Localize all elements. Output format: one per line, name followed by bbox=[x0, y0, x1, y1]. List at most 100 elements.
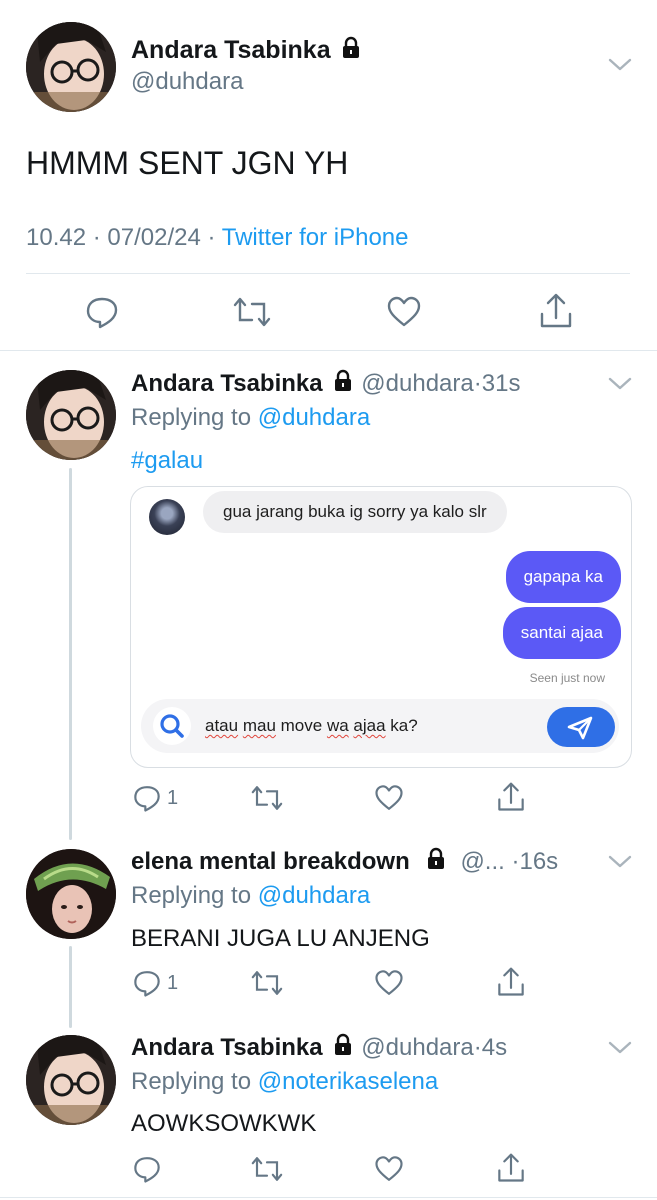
attached-image[interactable]: gua jarang buka ig sorry ya kalo slr gap… bbox=[130, 486, 632, 768]
reply-count: 1 bbox=[167, 972, 179, 994]
reply-icon bbox=[134, 1157, 160, 1183]
tweet-meta: 10.42 · 07/02/24 · Twitter for iPhone bbox=[26, 224, 408, 252]
dm-incoming-message: gua jarang buka ig sorry ya kalo slr bbox=[203, 491, 507, 533]
heart-icon bbox=[375, 970, 403, 995]
input-word: mau bbox=[242, 716, 276, 735]
input-word: atau bbox=[205, 716, 239, 735]
reply-button[interactable] bbox=[132, 968, 162, 998]
dm-avatar bbox=[149, 499, 185, 535]
avatar[interactable] bbox=[26, 849, 116, 939]
reply-header: Andara Tsabinka @duhdara·31s bbox=[131, 369, 520, 400]
replying-to-link[interactable]: @duhdara bbox=[258, 882, 370, 909]
search-icon bbox=[153, 707, 191, 745]
author-handle[interactable]: @duhdara bbox=[131, 68, 243, 96]
retweet-button[interactable] bbox=[250, 783, 284, 813]
tweet-client-link[interactable]: Twitter for iPhone bbox=[222, 224, 409, 251]
author-name[interactable]: elena mental breakdown bbox=[131, 848, 410, 875]
reply-age: 16s bbox=[519, 848, 559, 875]
avatar[interactable] bbox=[26, 370, 116, 460]
replying-to: Replying to @duhdara bbox=[131, 882, 370, 910]
share-button[interactable] bbox=[496, 966, 526, 998]
like-button[interactable] bbox=[374, 783, 404, 813]
replying-to: Replying to @duhdara bbox=[131, 404, 370, 432]
input-word: move bbox=[280, 716, 323, 735]
share-icon bbox=[498, 967, 524, 996]
reply-age: 31s bbox=[481, 370, 521, 397]
retweet-icon bbox=[251, 1157, 283, 1181]
avatar[interactable] bbox=[26, 22, 116, 112]
like-button[interactable] bbox=[374, 1154, 404, 1184]
retweet-icon bbox=[251, 786, 283, 810]
dm-message-input: atau mau move wa ajaa ka? bbox=[141, 699, 619, 753]
reply-button[interactable] bbox=[132, 783, 162, 813]
replying-to-prefix: Replying to bbox=[131, 404, 252, 431]
lock-icon bbox=[331, 369, 355, 400]
chevron-down-icon[interactable] bbox=[606, 1039, 634, 1062]
lock-icon bbox=[331, 1033, 355, 1064]
chevron-down-icon[interactable] bbox=[606, 56, 634, 79]
replying-to: Replying to @noterikaselena bbox=[131, 1068, 438, 1096]
divider bbox=[0, 1197, 657, 1198]
dm-seen-status: Seen just now bbox=[529, 671, 605, 685]
input-word: ajaa bbox=[353, 716, 386, 735]
replying-to-link[interactable]: @noterikaselena bbox=[258, 1068, 438, 1095]
share-icon bbox=[498, 782, 524, 811]
reply-age: 4s bbox=[481, 1034, 508, 1061]
reply-button[interactable] bbox=[84, 294, 120, 330]
divider bbox=[0, 350, 657, 351]
share-button[interactable] bbox=[496, 1152, 526, 1184]
lock-icon bbox=[339, 36, 363, 67]
retweet-button[interactable] bbox=[232, 294, 272, 330]
author-name-text: Andara Tsabinka bbox=[131, 36, 331, 64]
hashtag-link[interactable]: #galau bbox=[131, 447, 203, 475]
dm-outgoing-message: gapapa ka bbox=[505, 551, 621, 603]
author-name[interactable]: Andara Tsabinka bbox=[131, 36, 363, 67]
share-button[interactable] bbox=[538, 292, 574, 330]
like-button[interactable] bbox=[386, 294, 422, 330]
divider bbox=[26, 273, 630, 274]
reply-icon bbox=[86, 297, 118, 329]
meta-separator: · bbox=[473, 370, 482, 397]
share-icon bbox=[540, 293, 572, 328]
retweet-icon bbox=[251, 971, 283, 995]
dm-outgoing-message: santai ajaa bbox=[502, 607, 621, 659]
thread-line bbox=[69, 946, 72, 1028]
replying-to-prefix: Replying to bbox=[131, 882, 252, 909]
heart-icon bbox=[375, 1156, 403, 1181]
reply-count: 1 bbox=[167, 787, 179, 809]
like-button[interactable] bbox=[374, 968, 404, 998]
reply-icon bbox=[134, 971, 160, 997]
chevron-down-icon[interactable] bbox=[606, 375, 634, 398]
heart-icon bbox=[375, 785, 403, 810]
author-handle[interactable]: @... bbox=[460, 848, 504, 875]
reply-button[interactable] bbox=[132, 1154, 162, 1184]
author-name[interactable]: Andara Tsabinka bbox=[131, 370, 323, 397]
reply-header: elena mental breakdown @... ·16s bbox=[131, 847, 558, 878]
meta-separator: · bbox=[207, 224, 216, 251]
retweet-button[interactable] bbox=[250, 1154, 284, 1184]
meta-separator: · bbox=[92, 224, 101, 251]
dm-input-text: atau mau move wa ajaa ka? bbox=[205, 699, 418, 753]
avatar[interactable] bbox=[26, 1035, 116, 1125]
heart-icon bbox=[387, 296, 421, 327]
author-handle[interactable]: @duhdara bbox=[361, 1034, 473, 1061]
author-name[interactable]: Andara Tsabinka bbox=[131, 1034, 323, 1061]
reply-icon bbox=[134, 786, 160, 812]
send-icon bbox=[547, 707, 615, 747]
chevron-down-icon[interactable] bbox=[606, 853, 634, 876]
reply-text: BERANI JUGA LU ANJENG bbox=[131, 925, 430, 952]
tweet-time: 10.42 bbox=[26, 224, 87, 251]
reply-header: Andara Tsabinka @duhdara·4s bbox=[131, 1033, 507, 1064]
retweet-icon bbox=[233, 297, 271, 327]
author-handle[interactable]: @duhdara bbox=[361, 370, 473, 397]
lock-icon bbox=[424, 847, 448, 878]
input-word: wa bbox=[326, 716, 349, 735]
share-button[interactable] bbox=[496, 781, 526, 813]
tweet-date: 07/02/24 bbox=[107, 224, 201, 251]
input-word: ka? bbox=[390, 716, 418, 735]
thread-line bbox=[69, 468, 72, 840]
reply-text: AOWKSOWKWK bbox=[131, 1110, 317, 1137]
retweet-button[interactable] bbox=[250, 968, 284, 998]
replying-to-link[interactable]: @duhdara bbox=[258, 404, 370, 431]
tweet-text: HMMM SENT JGN YH bbox=[26, 145, 349, 181]
